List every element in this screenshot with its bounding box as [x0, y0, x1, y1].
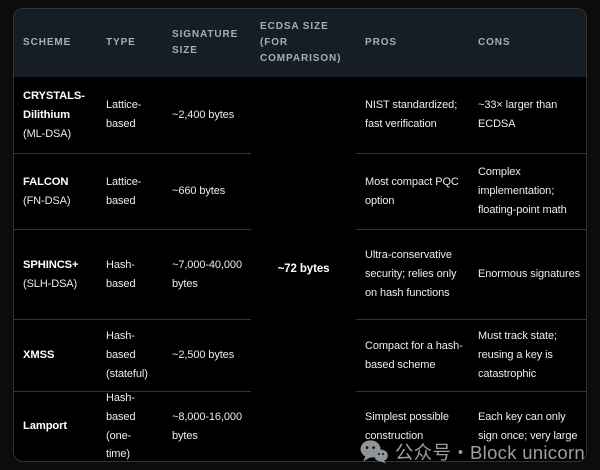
type-cell: Hash-based (stateful) — [97, 319, 163, 391]
scheme-name: Lamport — [23, 417, 94, 436]
scheme-name: XMSS — [23, 346, 94, 365]
pros-cell: NIST standardized; fast verification — [356, 77, 469, 153]
scheme-name: SPHINCS+ — [23, 256, 94, 275]
column-header-pros: PROS — [356, 9, 469, 77]
pros-cell: Compact for a hash-based scheme — [356, 319, 469, 391]
wechat-icon — [360, 440, 388, 464]
scheme-standard-id: (SLH-DSA) — [23, 275, 94, 294]
scheme-cell: XMSS — [14, 319, 97, 391]
pros-cell: Ultra-conservative security; relies only… — [356, 229, 469, 319]
scheme-cell: FALCON (FN-DSA) — [14, 153, 97, 229]
signature-size-cell: ~7,000-40,000 bytes — [163, 229, 251, 319]
scheme-standard-id: (FN-DSA) — [23, 192, 94, 211]
watermark: 公众号・Block unicorn — [360, 439, 585, 465]
cons-cell: Complex implementation; floating-point m… — [469, 153, 586, 229]
type-cell: Lattice-based — [97, 153, 163, 229]
column-header-ecdsa-size: ECDSA SIZE (FOR COMPARISON) — [251, 9, 356, 77]
type-cell: Lattice-based — [97, 77, 163, 153]
type-cell: Hash-based (one-time) — [97, 391, 163, 461]
scheme-name: CRYSTALS-Dilithium — [23, 87, 94, 125]
signature-size-cell: ~2,400 bytes — [163, 77, 251, 153]
scheme-cell: SPHINCS+ (SLH-DSA) — [14, 229, 97, 319]
watermark-text: 公众号・Block unicorn — [395, 439, 585, 465]
cons-cell: Must track state; reusing a key is catas… — [469, 319, 586, 391]
scheme-standard-id: (ML-DSA) — [23, 125, 94, 144]
ecdsa-size-merged-cell: ~72 bytes — [251, 77, 356, 461]
pros-cell: Most compact PQC option — [356, 153, 469, 229]
scheme-cell: Lamport — [14, 391, 97, 461]
column-header-scheme: SCHEME — [14, 9, 97, 77]
cons-cell: ~33× larger than ECDSA — [469, 77, 586, 153]
column-header-cons: CONS — [469, 9, 586, 77]
pqc-signature-comparison-table: SCHEME TYPE SIGNATURE SIZE ECDSA SIZE (F… — [13, 8, 587, 462]
signature-size-cell: ~2,500 bytes — [163, 319, 251, 391]
scheme-cell: CRYSTALS-Dilithium (ML-DSA) — [14, 77, 97, 153]
column-header-signature-size: SIGNATURE SIZE — [163, 9, 251, 77]
scheme-name: FALCON — [23, 173, 94, 192]
type-cell: Hash-based — [97, 229, 163, 319]
signature-size-cell: ~660 bytes — [163, 153, 251, 229]
cons-cell: Enormous signatures — [469, 229, 586, 319]
signature-size-cell: ~8,000-16,000 bytes — [163, 391, 251, 461]
column-header-type: TYPE — [97, 9, 163, 77]
